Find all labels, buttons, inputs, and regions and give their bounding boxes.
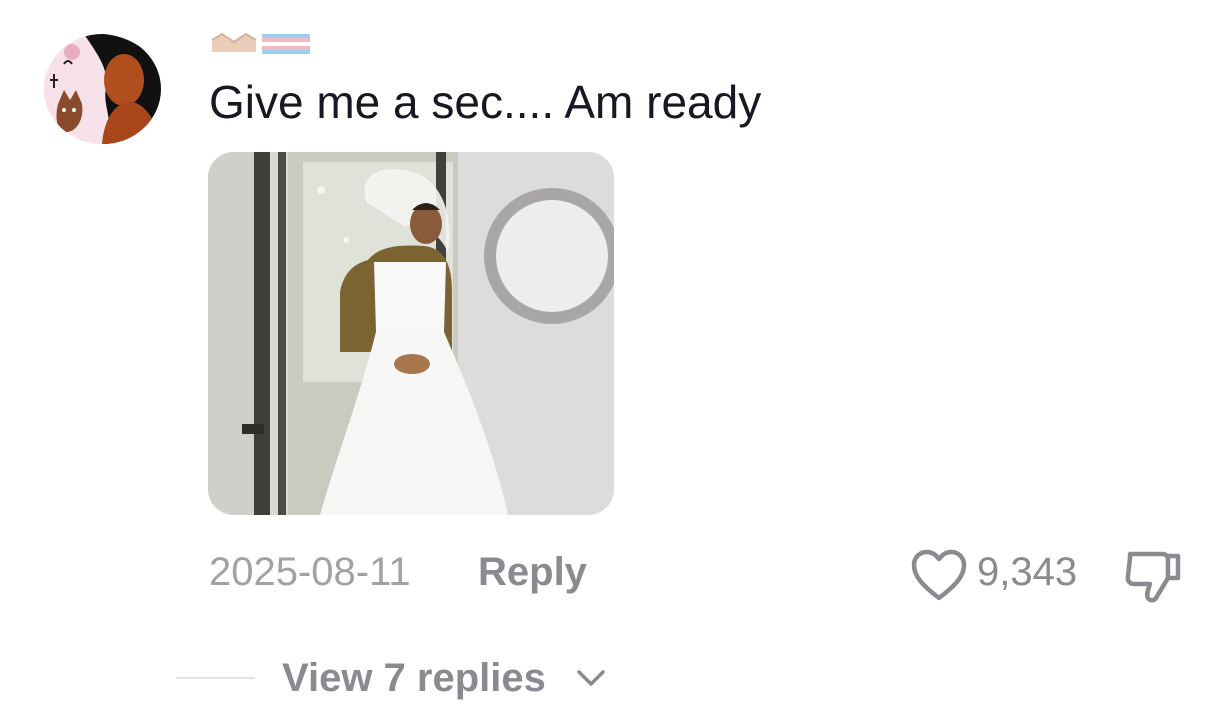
chevron-down-icon[interactable]	[575, 664, 607, 692]
comment-date: 2025-08-11	[209, 550, 411, 594]
thumbs-down-icon[interactable]	[1124, 548, 1182, 604]
heart-icon[interactable]	[910, 549, 968, 603]
like-count: 9,343	[977, 550, 1078, 594]
comment-attached-image[interactable]	[208, 152, 614, 515]
replies-divider	[176, 677, 255, 679]
view-replies-button[interactable]: View 7 replies	[282, 654, 546, 702]
avatar[interactable]	[44, 34, 161, 144]
reply-button[interactable]: Reply	[478, 548, 587, 596]
username-emoji	[210, 30, 312, 58]
comment-item: Give me a sec.... Am ready 2025-08-11 Re…	[0, 0, 1224, 717]
comment-text: Give me a sec.... Am ready	[209, 76, 762, 128]
